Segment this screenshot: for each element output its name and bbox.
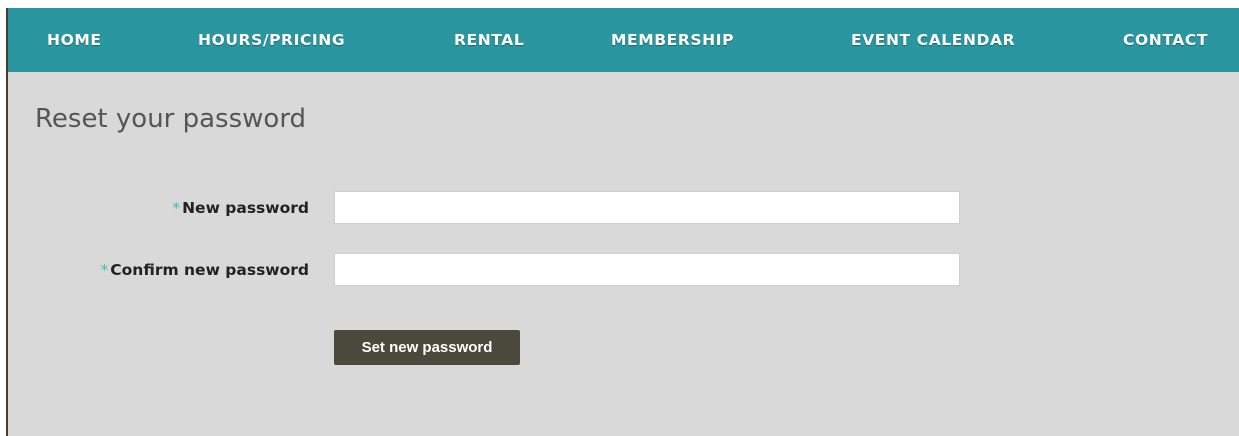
required-marker: *: [172, 199, 181, 217]
confirm-password-label: * Confirm new password: [101, 260, 309, 280]
required-marker: *: [100, 261, 109, 279]
set-new-password-button[interactable]: Set new password: [334, 330, 520, 365]
nav-item-contact[interactable]: CONTACT: [1123, 8, 1208, 72]
nav-item-event-calendar[interactable]: EVENT CALENDAR: [851, 8, 1015, 72]
page-title: Reset your password: [35, 104, 307, 134]
nav-item-membership[interactable]: MEMBERSHIP: [611, 8, 734, 72]
nav-item-hours-pricing[interactable]: HOURS/PRICING: [198, 8, 345, 72]
nav-item-home[interactable]: HOME: [47, 8, 102, 72]
top-navigation-bar: HOME HOURS/PRICING RENTAL MEMBERSHIP EVE…: [8, 8, 1239, 72]
new-password-input[interactable]: [334, 191, 960, 224]
page-container: HOME HOURS/PRICING RENTAL MEMBERSHIP EVE…: [8, 8, 1239, 436]
confirm-password-input[interactable]: [334, 253, 960, 286]
new-password-label: * New password: [172, 198, 309, 218]
nav-item-rental[interactable]: RENTAL: [454, 8, 524, 72]
confirm-password-label-text: Confirm new password: [110, 261, 309, 279]
new-password-label-text: New password: [182, 199, 309, 217]
